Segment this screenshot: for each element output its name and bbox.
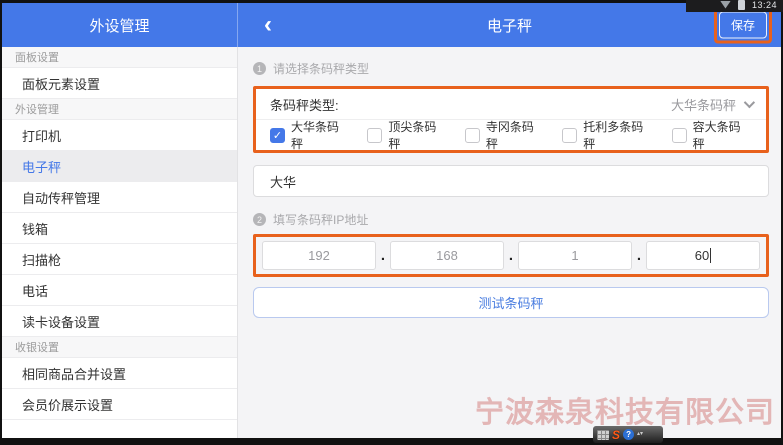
step2-label: 填写条码秤IP地址	[273, 211, 368, 228]
ip-octet-1-input[interactable]: 192	[262, 241, 376, 270]
step2-label-row: 2 填写条码秤IP地址	[253, 211, 769, 228]
scale-name-value: 大华	[270, 172, 296, 191]
app-window: 外设管理 ‹ 电子秤 保存 面板设置 面板元素设置 外设管理 打印机 电子秤 自…	[2, 3, 781, 438]
ip-octet-2-input[interactable]: 168	[390, 241, 504, 270]
sidebar-item-printer[interactable]: 打印机	[2, 120, 237, 151]
sidebar-item-electronic-scale[interactable]: 电子秤	[2, 151, 237, 182]
checkbox-unchecked-icon	[672, 128, 687, 143]
sidebar-header-title: 外设管理	[2, 3, 238, 47]
checkbox-unchecked-icon	[465, 128, 480, 143]
sidebar-item-merge-same-goods[interactable]: 相同商品合并设置	[2, 358, 237, 389]
save-button[interactable]: 保存	[719, 12, 767, 39]
scale-settings-panel: 1 请选择条码秤类型 条码秤类型: 大华条码秤 ✓ 大华条码	[238, 47, 781, 438]
sidebar-item-cash-drawer[interactable]: 钱箱	[2, 213, 237, 244]
checkbox-dahua-label: 大华条码秤	[291, 118, 350, 152]
wifi-icon	[720, 1, 731, 9]
checkbox-unchecked-icon	[562, 128, 577, 143]
ip-octet-3-input[interactable]: 1	[518, 241, 632, 270]
step1-label-row: 1 请选择条码秤类型	[253, 60, 769, 77]
ip-octet-1-value: 192	[308, 248, 330, 263]
sidebar-item-auto-scale-mgmt[interactable]: 自动传秤管理	[2, 182, 237, 213]
help-icon[interactable]: ?	[623, 429, 634, 440]
battery-icon	[738, 0, 745, 10]
checkbox-sigang-label: 寺冈条码秤	[486, 118, 545, 152]
text-cursor	[710, 248, 711, 263]
sidebar-section-panel-settings: 面板设置	[2, 47, 237, 68]
checkbox-rongda-label: 容大条码秤	[693, 118, 752, 152]
checkbox-tuoliduo[interactable]: 托利多条码秤	[562, 118, 654, 152]
checkbox-sigang[interactable]: 寺冈条码秤	[465, 118, 545, 152]
ip-octet-4-input[interactable]: 60	[646, 241, 760, 270]
ime-toolbar[interactable]: S ? ▴▾	[593, 426, 663, 443]
settings-sidebar: 面板设置 面板元素设置 外设管理 打印机 电子秤 自动传秤管理 钱箱 扫描枪 电…	[2, 47, 238, 438]
scale-type-highlight-box: 条码秤类型: 大华条码秤 ✓ 大华条码秤 顶尖条码秤	[253, 86, 769, 153]
sidebar-item-member-price-display[interactable]: 会员价展示设置	[2, 389, 237, 420]
keyboard-icon[interactable]	[597, 430, 609, 440]
ime-collapse-arrows[interactable]: ▴▾	[637, 433, 643, 436]
scale-name-input[interactable]: 大华	[253, 165, 769, 197]
checkbox-dingjian[interactable]: 顶尖条码秤	[367, 118, 447, 152]
app-header: 外设管理 ‹ 电子秤 保存	[2, 3, 781, 47]
sidebar-item-phone[interactable]: 电话	[2, 275, 237, 306]
ip-dot-separator: .	[376, 247, 390, 264]
back-button[interactable]: ‹	[264, 3, 272, 47]
ip-octet-4-value: 60	[695, 248, 709, 263]
scale-type-row: 条码秤类型: 大华条码秤	[256, 89, 766, 120]
ip-octet-3-value: 1	[571, 248, 578, 263]
status-time: 13:24	[752, 0, 777, 10]
sogou-input-icon[interactable]: S	[612, 429, 620, 441]
ip-octet-2-value: 168	[436, 248, 458, 263]
sidebar-item-panel-elements[interactable]: 面板元素设置	[2, 68, 237, 99]
step2-circle-icon: 2	[253, 213, 266, 226]
sidebar-item-scanner-gun[interactable]: 扫描枪	[2, 244, 237, 275]
sidebar-section-cashier-settings: 收银设置	[2, 337, 237, 358]
checkbox-dahua[interactable]: ✓ 大华条码秤	[270, 118, 350, 152]
scale-type-checkbox-row: ✓ 大华条码秤 顶尖条码秤 寺冈条码秤 托	[256, 120, 766, 150]
scale-type-dropdown[interactable]: 大华条码秤	[671, 95, 752, 114]
checkbox-tuoliduo-label: 托利多条码秤	[583, 118, 654, 152]
save-highlight-ring: 保存	[714, 7, 772, 44]
checkbox-dingjian-label: 顶尖条码秤	[388, 118, 447, 152]
step1-circle-icon: 1	[253, 62, 266, 75]
step1-label: 请选择条码秤类型	[273, 60, 369, 77]
checkbox-unchecked-icon	[367, 128, 382, 143]
scale-type-selected-value: 大华条码秤	[671, 95, 736, 114]
chevron-down-icon	[744, 97, 755, 108]
device-screen: 13:24 外设管理 ‹ 电子秤 保存 面板设置 面板元素设置 外设管理 打印机…	[0, 0, 783, 445]
status-bar: 13:24	[686, 0, 783, 12]
test-scale-button[interactable]: 测试条码秤	[253, 287, 769, 318]
checkbox-rongda[interactable]: 容大条码秤	[672, 118, 752, 152]
ip-address-highlight-box: 192 . 168 . 1 . 60	[253, 234, 769, 277]
ip-dot-separator: .	[632, 247, 646, 264]
checkbox-checked-icon: ✓	[270, 128, 285, 143]
scale-type-label: 条码秤类型:	[270, 95, 339, 114]
ip-dot-separator: .	[504, 247, 518, 264]
sidebar-item-card-reader-settings[interactable]: 读卡设备设置	[2, 306, 237, 337]
sidebar-section-peripherals: 外设管理	[2, 99, 237, 120]
page-title: 电子秤	[238, 15, 781, 36]
